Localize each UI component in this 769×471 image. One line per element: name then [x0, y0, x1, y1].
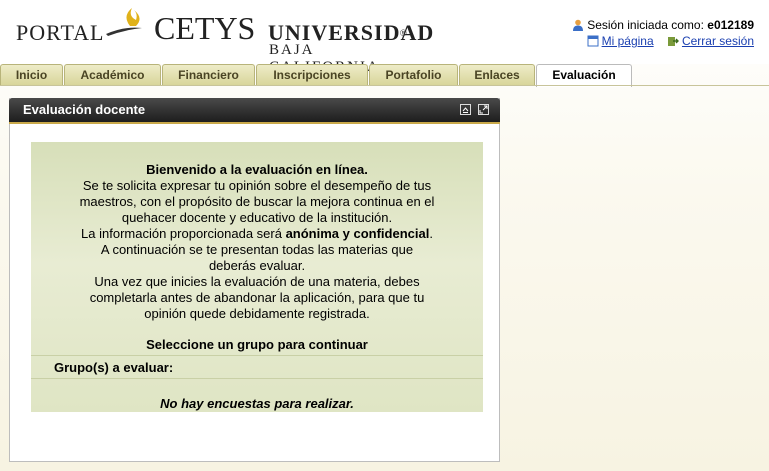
tab-enlaces[interactable]: Enlaces [459, 64, 535, 85]
select-group-title: Seleccione un grupo para continuar [146, 337, 368, 352]
intro-line: opinión quede debidamente registrada. [144, 306, 370, 321]
session-info: Sesión iniciada como: e012189 Mi página … [572, 18, 754, 50]
groups-label: Grupo(s) a evaluar: [54, 360, 174, 375]
page-header: PORTAL CETYS UNIVERSIDAD ® BAJA CALIFORN… [0, 0, 769, 75]
intro-line: deberás evaluar. [208, 258, 306, 273]
tab-financiero[interactable]: Financiero [162, 64, 255, 85]
intro-line: completarla antes de abandonar la aplica… [89, 290, 425, 305]
tabbar-divider [0, 85, 769, 86]
intro-line: A continuación se te presentan todas las… [100, 242, 414, 257]
no-surveys-message: No hay encuestas para realizar. [160, 396, 354, 411]
my-page-icon [587, 35, 599, 47]
welcome-title: Bienvenido a la evaluación en línea. [146, 162, 368, 177]
intro-line: maestros, con el propósito de buscar la … [79, 194, 435, 209]
flame-icon [106, 8, 142, 36]
my-page-link[interactable]: Mi página [602, 34, 654, 48]
logo-portal-text: PORTAL [16, 20, 105, 45]
user-icon [573, 19, 584, 31]
tab-inicio[interactable]: Inicio [0, 64, 63, 85]
logout-link[interactable]: Cerrar sesión [682, 34, 754, 48]
evaluation-panel: Evaluación docente Bienvenido a la evalu… [9, 98, 500, 462]
intro-line: Una vez que inicies la evaluación de una… [94, 274, 420, 289]
divider [31, 378, 483, 379]
session-prefix: Sesión iniciada como: [587, 18, 704, 32]
tab-inscripciones[interactable]: Inscripciones [256, 64, 368, 85]
divider [31, 355, 483, 356]
privacy-emphasis: anónima y confidencial [285, 226, 430, 241]
intro-line: Se te solicita expresar tu opinión sobre… [82, 178, 432, 193]
tab-portafolio[interactable]: Portafolio [369, 64, 458, 85]
session-user: e012189 [707, 18, 754, 32]
intro-line: quehacer docente y educativo de la insti… [121, 210, 393, 225]
welcome-box: Bienvenido a la evaluación en línea. Se … [31, 142, 483, 412]
panel-header: Evaluación docente [9, 98, 500, 124]
logout-icon [667, 37, 679, 46]
tab-academico[interactable]: Académico [64, 64, 161, 85]
panel-title: Evaluación docente [23, 102, 146, 117]
logo-cetys-text: CETYS [154, 10, 256, 46]
main-tabs: Inicio Académico Financiero Inscripcione… [0, 64, 769, 87]
minimize-icon[interactable] [460, 104, 471, 115]
tab-evaluacion[interactable]: Evaluación [536, 64, 632, 87]
logo-registered-mark: ® [400, 28, 407, 38]
maximize-icon[interactable] [478, 104, 489, 115]
intro-line-privacy: La información proporcionada será anónim… [81, 226, 433, 241]
welcome-text: Bienvenido a la evaluación en línea. Se … [31, 162, 483, 322]
